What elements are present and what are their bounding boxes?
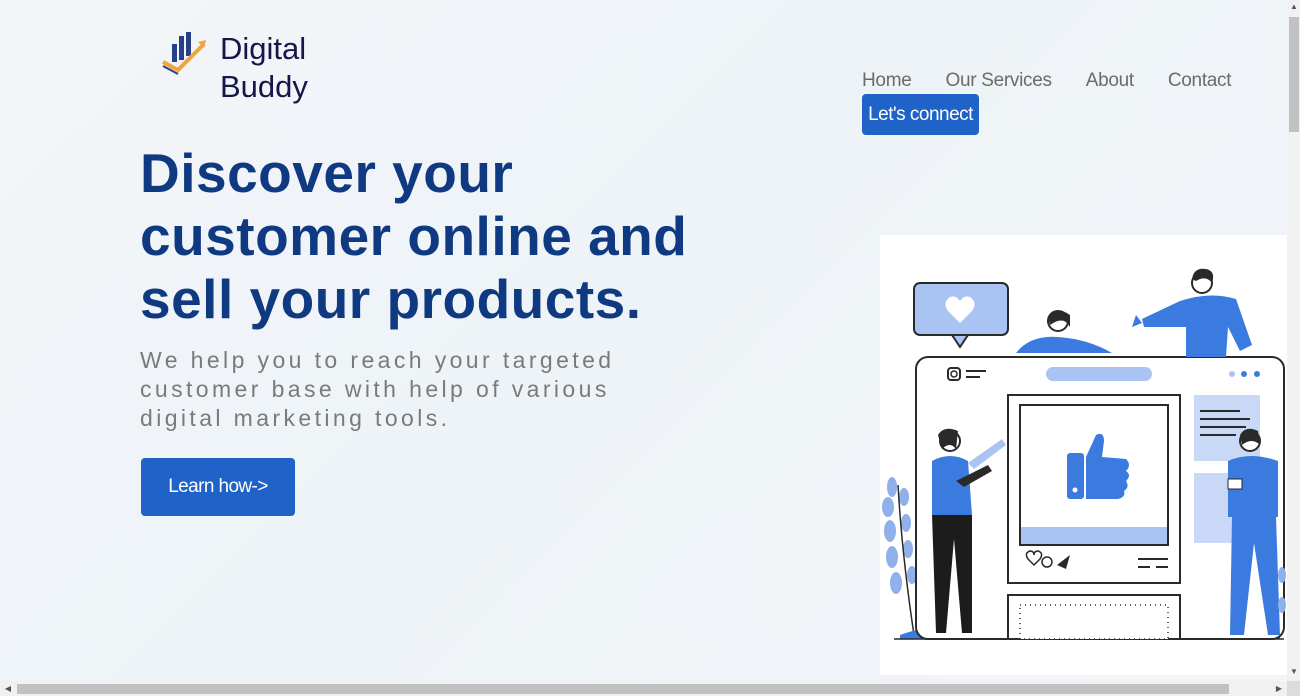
scroll-up-arrow-icon[interactable]: ▲ bbox=[1289, 0, 1299, 14]
bar-chart-arrow-icon bbox=[162, 32, 206, 75]
social-media-marketing-illustration bbox=[882, 268, 1286, 640]
nav-contact[interactable]: Contact bbox=[1168, 70, 1232, 92]
nav-our-services[interactable]: Our Services bbox=[945, 70, 1052, 92]
vertical-scroll-thumb[interactable] bbox=[1289, 17, 1299, 132]
scroll-left-arrow-icon[interactable]: ◀ bbox=[1, 682, 15, 696]
hero-illustration bbox=[880, 235, 1287, 675]
page: Digital Buddy Home Our Services About Co… bbox=[0, 0, 1287, 681]
lets-connect-button[interactable]: Let's connect bbox=[862, 94, 979, 135]
vertical-scrollbar[interactable]: ▲ ▼ bbox=[1287, 0, 1300, 681]
brand-line2: Buddy bbox=[220, 69, 308, 104]
brand-logo[interactable]: Digital Buddy bbox=[160, 30, 308, 106]
horizontal-scroll-thumb[interactable] bbox=[17, 684, 1229, 694]
hero-title: Discover your customer online and sell y… bbox=[140, 142, 688, 330]
main-nav: Home Our Services About Contact Let's co… bbox=[862, 70, 1232, 135]
nav-about[interactable]: About bbox=[1086, 70, 1134, 92]
hero-subtitle: We help you to reach your targeted custo… bbox=[140, 347, 615, 431]
nav-home[interactable]: Home bbox=[862, 70, 912, 92]
brand-name: Digital Buddy bbox=[220, 30, 308, 106]
scroll-down-arrow-icon[interactable]: ▼ bbox=[1289, 665, 1299, 679]
learn-how-button[interactable]: Learn how-> bbox=[141, 458, 295, 516]
nav-links: Home Our Services About Contact bbox=[862, 70, 1232, 92]
scroll-right-arrow-icon[interactable]: ▶ bbox=[1272, 682, 1286, 696]
horizontal-scrollbar[interactable]: ◀ ▶ bbox=[0, 681, 1287, 696]
brand-line1: Digital bbox=[220, 31, 307, 66]
scrollbar-corner bbox=[1287, 681, 1300, 696]
